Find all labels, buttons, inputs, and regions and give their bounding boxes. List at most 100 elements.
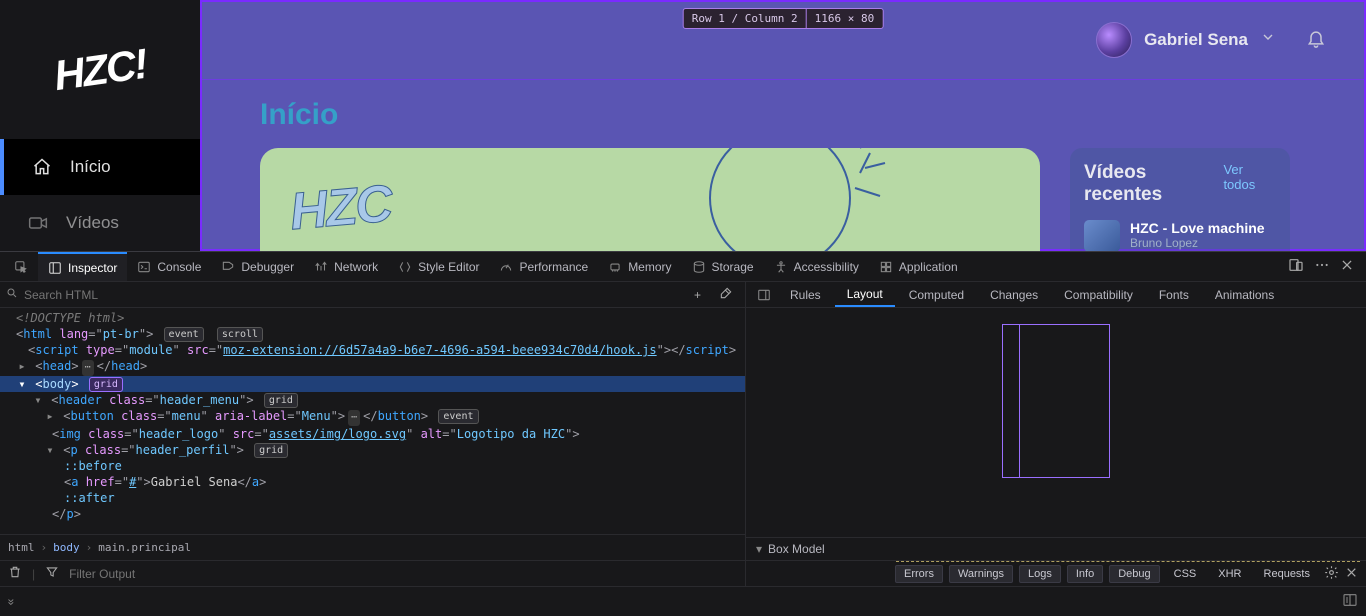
sidebar-item-inicio[interactable]: Início — [0, 139, 200, 195]
toggle-3pane-icon[interactable] — [752, 282, 776, 307]
box-model-section[interactable]: ▾ Box Model — [746, 537, 1366, 560]
scroll-badge[interactable]: scroll — [217, 327, 263, 342]
app-sidebar: HZC! Início Vídeos — [0, 0, 200, 251]
pill-errors[interactable]: Errors — [895, 565, 943, 583]
subtab-fonts[interactable]: Fonts — [1147, 282, 1201, 307]
tab-label: Inspector — [68, 261, 117, 275]
event-badge[interactable]: event — [164, 327, 204, 342]
app-main: Row 1 / Column 2 1166 × 80 Gabriel Sena … — [200, 0, 1366, 251]
subtab-layout[interactable]: Layout — [835, 282, 895, 307]
subtab-rules[interactable]: Rules — [778, 282, 833, 307]
tab-console[interactable]: Console — [127, 252, 211, 281]
pill-warnings[interactable]: Warnings — [949, 565, 1013, 583]
twisty-icon[interactable]: ▾ — [44, 442, 56, 458]
element-picker-button[interactable] — [4, 252, 38, 281]
pill-css[interactable]: CSS — [1166, 566, 1205, 582]
performance-icon — [499, 260, 513, 274]
video-list-item[interactable]: HZC - Love machine Bruno Lopez — [1084, 220, 1276, 251]
twisty-icon: ▾ — [756, 542, 762, 556]
tab-accessibility[interactable]: Accessibility — [764, 252, 869, 281]
tab-label: Accessibility — [794, 260, 859, 274]
tab-label: Application — [899, 260, 958, 274]
page-title: Início — [260, 98, 1306, 132]
grid-overlay-label: Row 1 / Column 2 1166 × 80 — [683, 8, 884, 29]
dom-tree[interactable]: <!DOCTYPE html> <html lang="pt-br"> even… — [0, 308, 745, 534]
tab-performance[interactable]: Performance — [489, 252, 598, 281]
dom-doctype: <!DOCTYPE html> — [16, 311, 124, 325]
bell-icon[interactable] — [1306, 28, 1326, 51]
video-thumbnail — [1084, 220, 1120, 251]
see-all-link[interactable]: Ver todos — [1223, 162, 1276, 192]
twisty-icon[interactable]: ▾ — [32, 392, 44, 408]
sidebar-item-label: Início — [70, 157, 111, 177]
search-icon — [6, 287, 18, 302]
sidebar-item-videos[interactable]: Vídeos — [0, 195, 200, 251]
subtab-compatibility[interactable]: Compatibility — [1052, 282, 1145, 307]
app-logo: HZC! — [0, 0, 200, 139]
event-badge[interactable]: event — [438, 409, 478, 424]
twisty-icon[interactable]: ▸ — [44, 408, 56, 424]
chevron-right-icon: › — [86, 541, 93, 554]
tab-label: Console — [157, 260, 201, 274]
tab-storage[interactable]: Storage — [682, 252, 764, 281]
subtab-computed[interactable]: Computed — [897, 282, 976, 307]
pill-xhr[interactable]: XHR — [1210, 566, 1249, 582]
tab-inspector[interactable]: Inspector — [38, 252, 127, 281]
grid-outline-preview — [1002, 324, 1110, 478]
clear-console-button[interactable] — [8, 565, 22, 582]
close-icon[interactable] — [1345, 566, 1358, 582]
eyedropper-button[interactable] — [713, 286, 739, 303]
user-name: Gabriel Sena — [1144, 30, 1248, 50]
pill-logs[interactable]: Logs — [1019, 565, 1061, 583]
video-title: HZC - Love machine — [1130, 220, 1265, 236]
kebab-menu-icon[interactable] — [1314, 257, 1330, 276]
hero-card[interactable]: HZC — [260, 148, 1040, 251]
tab-label: Debugger — [241, 260, 294, 274]
pill-info[interactable]: Info — [1067, 565, 1103, 583]
tab-label: Performance — [519, 260, 588, 274]
search-html-input[interactable] — [24, 288, 682, 302]
devtools: Inspector Console Debugger Network Style… — [0, 251, 1366, 616]
grid-badge[interactable]: grid — [89, 377, 123, 392]
dom-selected-node[interactable]: ▾ <body> grid — [0, 376, 745, 392]
hero-illustration — [660, 148, 900, 251]
crumb-main[interactable]: main.principal — [98, 541, 191, 554]
tab-application[interactable]: Application — [869, 252, 968, 281]
chevron-right-icon: › — [41, 541, 48, 554]
logo-graffiti: HZC! — [51, 39, 149, 99]
tab-network[interactable]: Network — [304, 252, 388, 281]
box-model-label: Box Model — [768, 542, 825, 556]
pill-requests[interactable]: Requests — [1256, 566, 1318, 582]
tab-label: Network — [334, 260, 378, 274]
gear-icon[interactable] — [1324, 565, 1339, 583]
user-menu[interactable]: Gabriel Sena — [1096, 22, 1276, 58]
inspector-subtabs: Rules Layout Computed Changes Compatibil… — [746, 282, 1366, 308]
pill-debug[interactable]: Debug — [1109, 565, 1159, 583]
home-icon — [32, 157, 52, 177]
add-node-button[interactable]: + — [688, 288, 707, 302]
responsive-mode-button[interactable] — [1288, 257, 1304, 276]
tab-debugger[interactable]: Debugger — [211, 252, 304, 281]
network-icon — [314, 260, 328, 274]
tab-label: Style Editor — [418, 260, 479, 274]
tab-style-editor[interactable]: Style Editor — [388, 252, 489, 281]
tab-label: Storage — [712, 260, 754, 274]
expand-console-icon: » — [4, 598, 18, 605]
crumb-html[interactable]: html — [8, 541, 35, 554]
storage-icon — [692, 260, 706, 274]
filter-icon[interactable] — [45, 565, 59, 582]
grid-badge[interactable]: grid — [254, 443, 288, 458]
split-console[interactable]: » — [0, 586, 1366, 616]
twisty-icon[interactable]: ▸ — [16, 358, 28, 374]
twisty-icon[interactable]: ▾ — [16, 376, 28, 392]
close-devtools-button[interactable] — [1340, 258, 1354, 275]
breadcrumb: html › body › main.principal — [0, 534, 745, 560]
grid-badge[interactable]: grid — [264, 393, 298, 408]
subtab-animations[interactable]: Animations — [1203, 282, 1286, 307]
multiline-editor-icon[interactable] — [1342, 592, 1358, 611]
crumb-body[interactable]: body — [53, 541, 80, 554]
tab-memory[interactable]: Memory — [598, 252, 681, 281]
filter-output-input[interactable] — [69, 567, 737, 581]
subtab-changes[interactable]: Changes — [978, 282, 1050, 307]
grid-cell-label: Row 1 / Column 2 — [684, 9, 807, 28]
